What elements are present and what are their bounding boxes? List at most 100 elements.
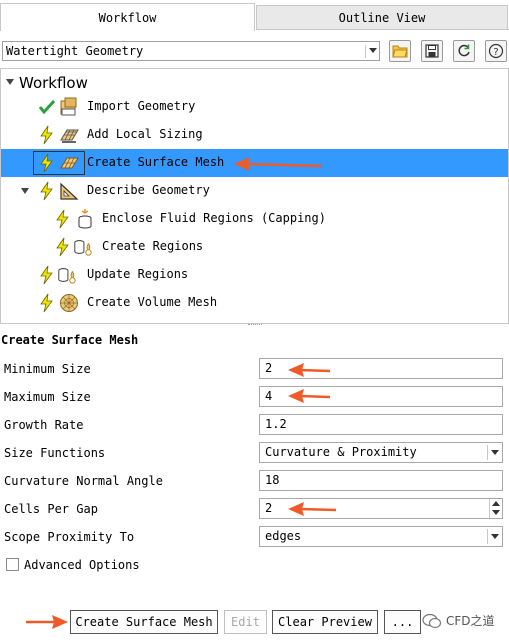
annotation-arrow bbox=[288, 502, 337, 516]
curvature-normal-angle-input[interactable]: 18 bbox=[259, 470, 503, 491]
cells-per-gap-row: Cells Per Gap 2 bbox=[0, 495, 509, 523]
workflow-tree-title: Workflow bbox=[19, 74, 88, 92]
scope-proximity-label: Scope Proximity To bbox=[4, 530, 135, 544]
tree-item-create-regions[interactable]: Create Regions bbox=[1, 233, 508, 261]
cad-geometry-icon bbox=[60, 97, 77, 116]
workflow-type-value: Watertight Geometry bbox=[6, 44, 144, 58]
tree-item-label: Import Geometry bbox=[87, 99, 196, 113]
lightning-icon bbox=[40, 153, 53, 173]
lightning-icon bbox=[40, 293, 53, 313]
refresh-icon bbox=[458, 44, 470, 57]
annotation-arrow bbox=[288, 389, 331, 403]
refresh-button[interactable] bbox=[453, 40, 475, 62]
annotation-arrow bbox=[26, 615, 68, 629]
help-button[interactable]: ? bbox=[485, 40, 507, 62]
growth-rate-value: 1.2 bbox=[265, 417, 287, 431]
clear-preview-button[interactable]: Clear Preview bbox=[272, 610, 378, 634]
clear-button-label: Clear Preview bbox=[278, 615, 372, 629]
tree-item-label: Add Local Sizing bbox=[87, 127, 203, 141]
growth-rate-row: Growth Rate 1.2 bbox=[0, 411, 509, 439]
geometry-triangle-icon bbox=[60, 182, 79, 200]
tree-item-enclose-fluid-regions[interactable]: Enclose Fluid Regions (Capping) bbox=[1, 205, 508, 233]
tab-workflow-label: Workflow bbox=[98, 10, 157, 25]
scope-proximity-value: edges bbox=[265, 529, 302, 543]
more-button-label: ... bbox=[391, 615, 414, 629]
tree-item-label: Describe Geometry bbox=[87, 183, 210, 197]
collapse-caret-icon[interactable] bbox=[6, 79, 14, 85]
maximum-size-value: 4 bbox=[265, 389, 273, 403]
lightning-icon bbox=[40, 125, 53, 145]
expand-caret-icon[interactable] bbox=[21, 188, 29, 194]
growth-rate-label: Growth Rate bbox=[4, 418, 84, 432]
advanced-options-row: Advanced Options bbox=[0, 551, 509, 579]
maximum-size-row: Maximum Size 4 bbox=[0, 383, 509, 411]
advanced-options-checkbox[interactable] bbox=[6, 558, 19, 571]
panel-splitter[interactable] bbox=[248, 324, 262, 326]
watermark-text: CFD之道 bbox=[446, 614, 495, 628]
tree-item-label: Create Regions bbox=[102, 239, 204, 253]
help-glyph: ? bbox=[493, 47, 498, 58]
stepper-buttons[interactable] bbox=[489, 499, 502, 518]
watermark: CFD之道 bbox=[422, 612, 495, 629]
chevron-down-icon bbox=[491, 534, 499, 539]
volume-mesh-icon bbox=[60, 294, 78, 312]
curvature-normal-angle-label: Curvature Normal Angle bbox=[4, 474, 163, 488]
stepper-up-icon[interactable] bbox=[492, 501, 500, 506]
minimum-size-row: Minimum Size 2 bbox=[0, 355, 509, 383]
tree-item-create-volume-mesh[interactable]: Create Volume Mesh bbox=[1, 289, 508, 317]
regions-icon bbox=[74, 240, 92, 256]
minimum-size-value: 2 bbox=[265, 361, 273, 375]
tab-workflow[interactable]: Workflow bbox=[0, 3, 255, 31]
size-functions-label: Size Functions bbox=[4, 446, 106, 460]
surface-mesh-icon bbox=[60, 157, 79, 169]
more-options-button[interactable]: ... bbox=[384, 610, 421, 634]
open-folder-icon bbox=[392, 45, 408, 58]
open-workflow-button[interactable] bbox=[389, 40, 411, 62]
edit-button-label: Edit bbox=[231, 615, 260, 629]
mesh-sizing-icon bbox=[60, 129, 79, 143]
tree-item-import-geometry[interactable]: Import Geometry bbox=[1, 93, 508, 121]
size-functions-row: Size Functions Curvature & Proximity bbox=[0, 439, 509, 467]
curvature-normal-angle-row: Curvature Normal Angle 18 bbox=[0, 467, 509, 495]
scope-proximity-row: Scope Proximity To edges bbox=[0, 523, 509, 551]
annotation-arrow bbox=[288, 363, 331, 377]
capping-cylinder-icon bbox=[78, 209, 92, 229]
wechat-logo-icon bbox=[422, 613, 442, 628]
tree-item-add-local-sizing[interactable]: Add Local Sizing bbox=[1, 121, 508, 149]
tree-item-update-regions[interactable]: Update Regions bbox=[1, 261, 508, 289]
size-functions-dropdown[interactable]: Curvature & Proximity bbox=[259, 442, 503, 463]
curvature-normal-angle-value: 18 bbox=[265, 473, 280, 487]
tree-item-label: Create Volume Mesh bbox=[87, 295, 218, 309]
tree-item-label: Update Regions bbox=[87, 267, 189, 281]
cells-per-gap-label: Cells Per Gap bbox=[4, 502, 98, 516]
lightning-icon bbox=[40, 265, 53, 285]
lightning-icon bbox=[56, 237, 69, 257]
create-surface-mesh-button[interactable]: Create Surface Mesh bbox=[70, 610, 218, 634]
workflow-type-dropdown[interactable]: Watertight Geometry bbox=[2, 41, 380, 61]
create-button-label: Create Surface Mesh bbox=[75, 615, 213, 629]
tab-divider bbox=[256, 29, 509, 30]
chevron-down-icon bbox=[491, 450, 499, 455]
panel-tabs: Workflow Outline View bbox=[0, 0, 509, 31]
regions-icon bbox=[58, 268, 76, 284]
workflow-tree: Workflow Import Geometry Add Local Sizin… bbox=[0, 68, 509, 324]
tree-item-label: Enclose Fluid Regions (Capping) bbox=[102, 211, 326, 225]
tab-outline-view-label: Outline View bbox=[338, 10, 426, 25]
save-workflow-button[interactable] bbox=[421, 40, 443, 62]
scope-proximity-dropdown[interactable]: edges bbox=[259, 526, 503, 547]
advanced-options-label: Advanced Options bbox=[24, 558, 140, 572]
lightning-icon bbox=[40, 181, 53, 201]
cells-per-gap-value: 2 bbox=[265, 501, 273, 515]
lightning-icon bbox=[56, 209, 69, 229]
tree-item-label: Create Surface Mesh bbox=[87, 155, 225, 169]
size-functions-value: Curvature & Proximity bbox=[265, 445, 417, 459]
help-icon: ? bbox=[488, 43, 504, 59]
edit-button[interactable]: Edit bbox=[224, 610, 267, 634]
annotation-arrow bbox=[234, 157, 323, 171]
stepper-down-icon[interactable] bbox=[492, 510, 500, 515]
workflow-toolbar: Watertight Geometry ? bbox=[0, 38, 509, 66]
maximum-size-label: Maximum Size bbox=[4, 390, 91, 404]
growth-rate-input[interactable]: 1.2 bbox=[259, 414, 503, 435]
tree-item-describe-geometry[interactable]: Describe Geometry bbox=[1, 177, 508, 205]
tab-outline-view[interactable]: Outline View bbox=[256, 5, 508, 29]
